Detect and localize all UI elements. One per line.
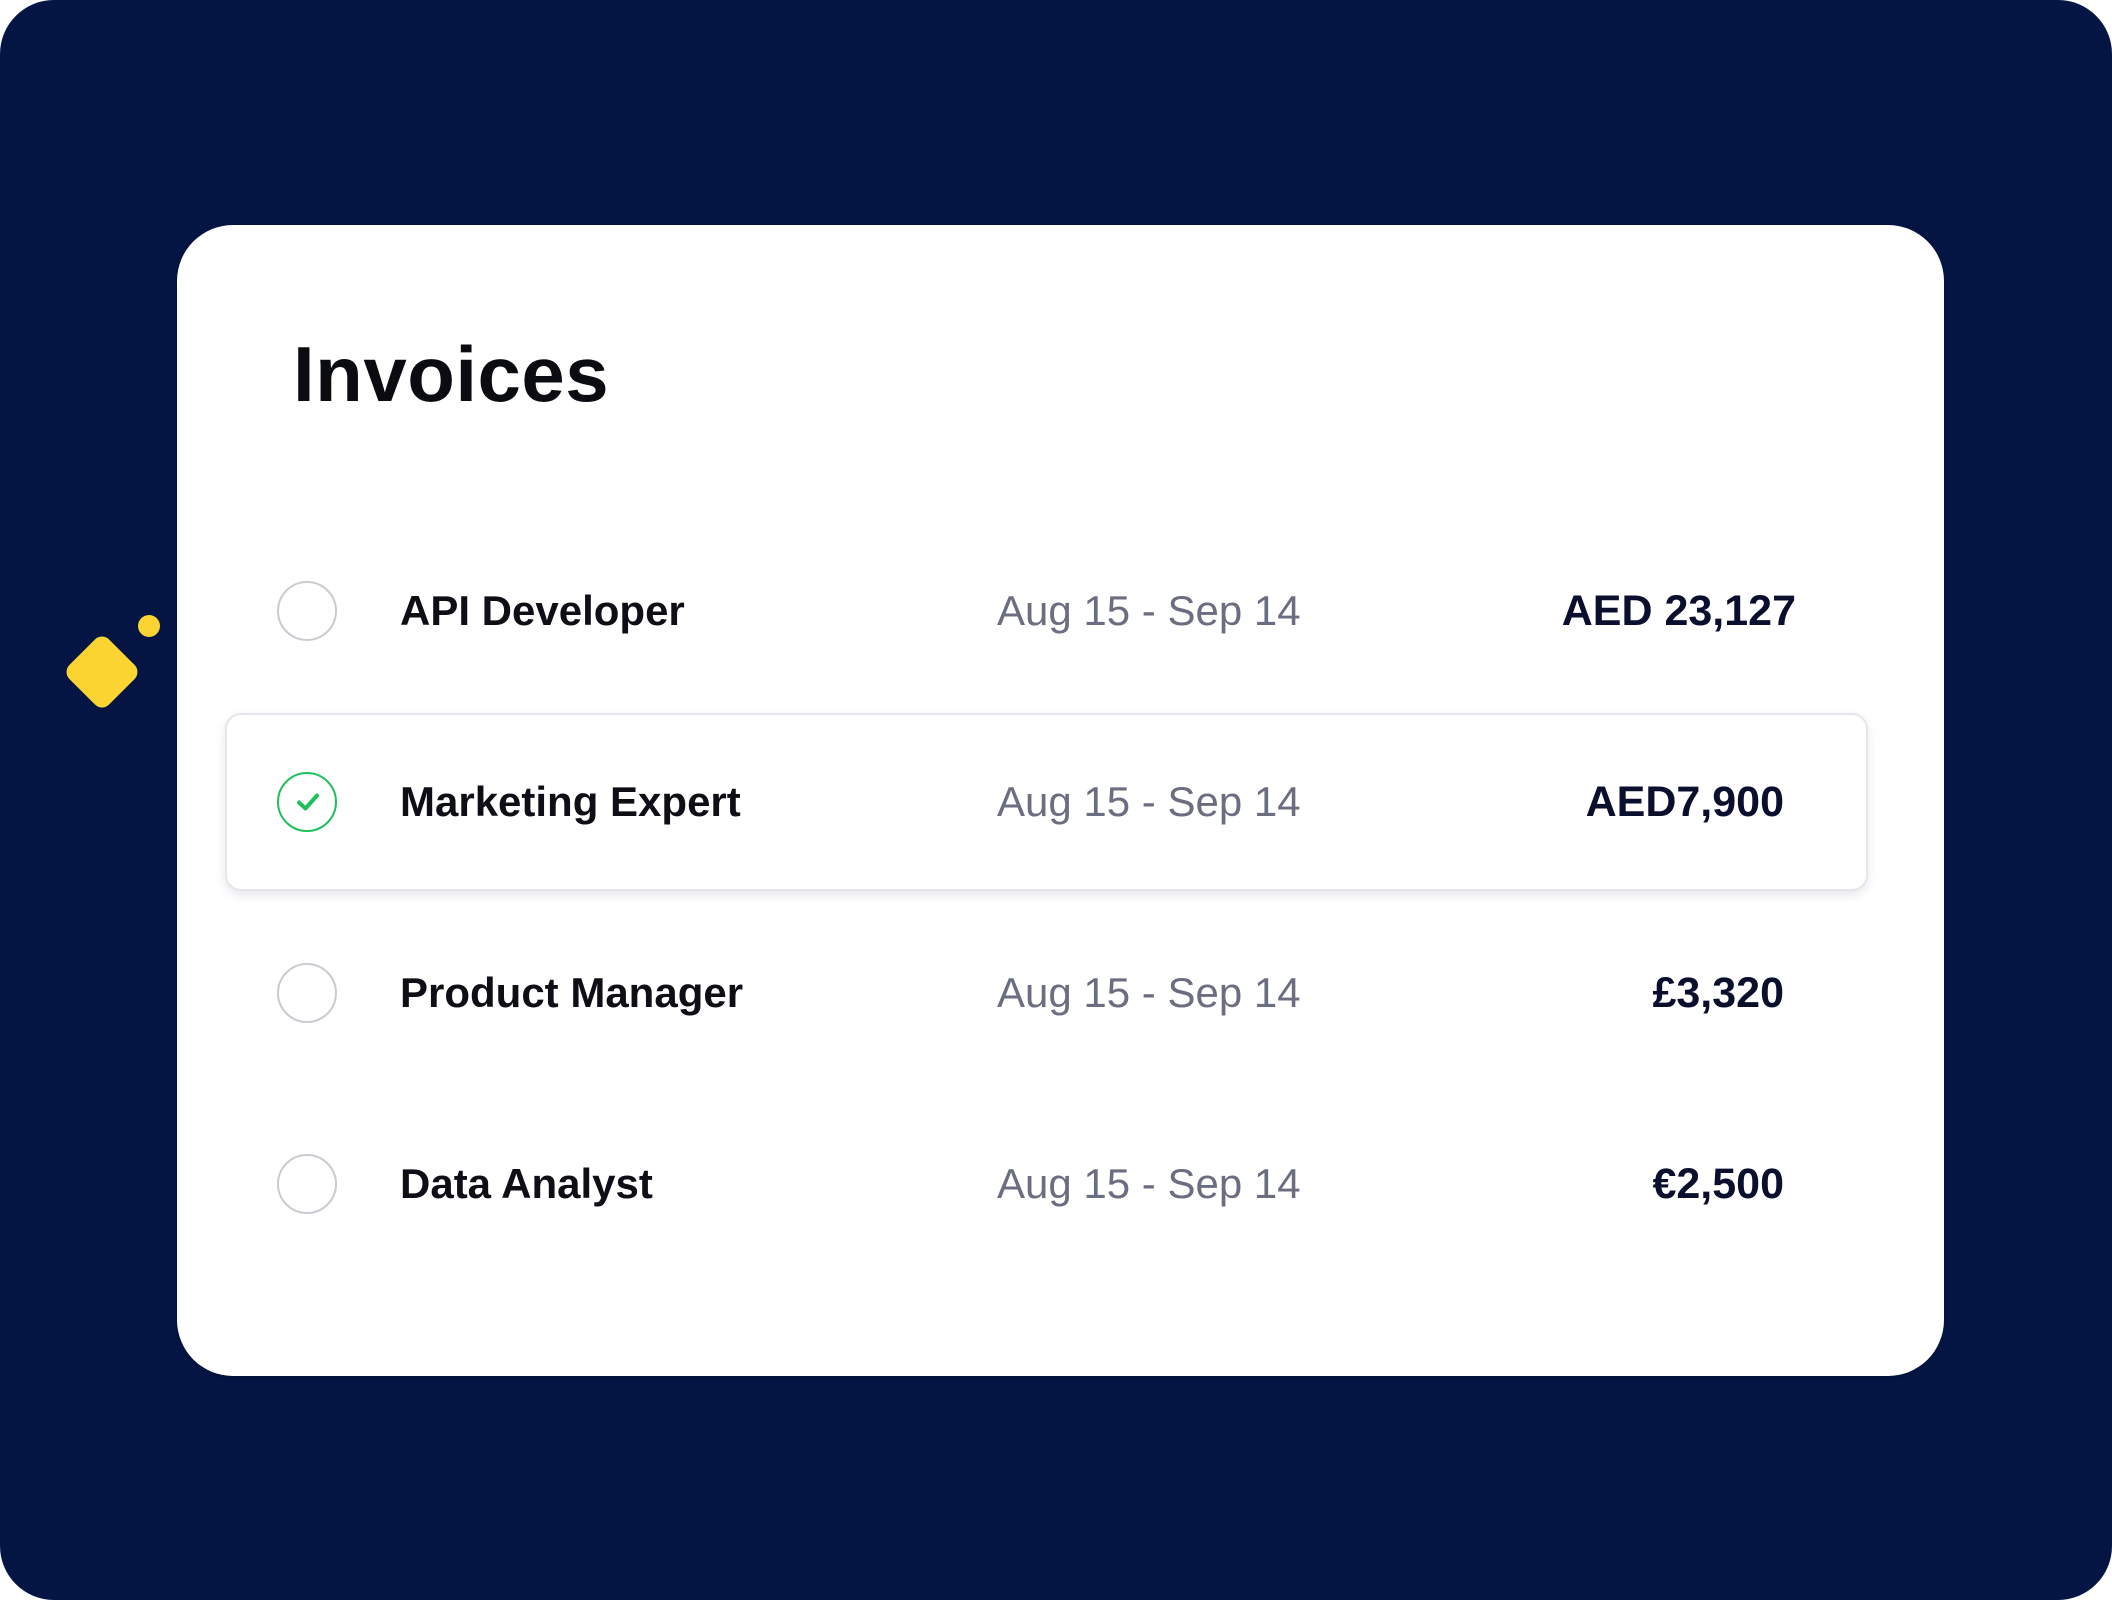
- invoice-amount: £3,320: [1652, 969, 1784, 1017]
- invoices-card: Invoices API Developer Aug 15 - Sep 14 A…: [177, 225, 1944, 1376]
- invoice-role: API Developer: [400, 587, 685, 634]
- invoice-role: Marketing Expert: [400, 778, 741, 825]
- invoice-period: Aug 15 - Sep 14: [997, 969, 1301, 1016]
- invoice-role: Data Analyst: [400, 1160, 653, 1207]
- canvas-background: Invoices API Developer Aug 15 - Sep 14 A…: [0, 0, 2112, 1600]
- invoice-amount: AED 23,127: [1561, 587, 1796, 635]
- invoice-period: Aug 15 - Sep 14: [997, 778, 1301, 825]
- invoice-row-api-developer[interactable]: API Developer Aug 15 - Sep 14 AED 23,127: [225, 522, 1868, 700]
- row-select-radio[interactable]: [277, 581, 337, 641]
- page-title: Invoices: [293, 330, 610, 418]
- invoice-role: Product Manager: [400, 969, 744, 1016]
- row-select-radio[interactable]: [277, 963, 337, 1023]
- invoice-list: API Developer Aug 15 - Sep 14 AED 23,127…: [225, 522, 1868, 1286]
- invoice-period: Aug 15 - Sep 14: [997, 587, 1301, 634]
- row-select-radio[interactable]: [277, 1154, 337, 1214]
- invoice-period: Aug 15 - Sep 14: [997, 1160, 1301, 1207]
- checkmark-icon: [297, 793, 319, 811]
- invoice-row-marketing-expert[interactable]: Marketing Expert Aug 15 - Sep 14 AED7,90…: [225, 713, 1868, 891]
- invoice-amount: AED7,900: [1585, 778, 1784, 826]
- invoice-amount: €2,500: [1652, 1160, 1784, 1208]
- decorative-dot: [138, 615, 160, 637]
- invoice-row-product-manager[interactable]: Product Manager Aug 15 - Sep 14 £3,320: [225, 904, 1868, 1082]
- row-select-radio[interactable]: [277, 772, 337, 832]
- decorative-diamond-icon: [62, 632, 142, 712]
- invoice-row-data-analyst[interactable]: Data Analyst Aug 15 - Sep 14 €2,500: [225, 1095, 1868, 1273]
